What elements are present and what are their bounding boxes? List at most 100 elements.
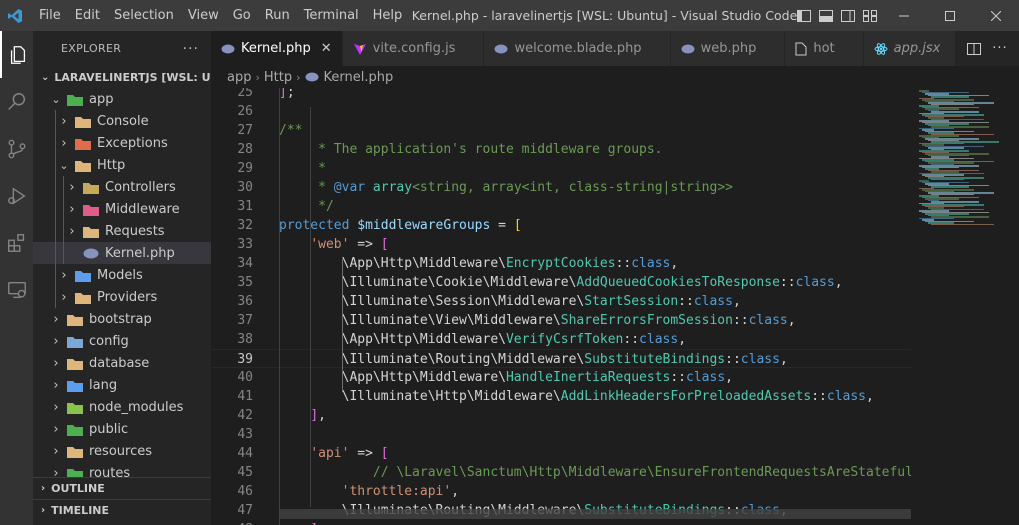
tree-folder-models[interactable]: › Models <box>33 264 211 286</box>
code-line[interactable]: 27 /** <box>211 121 911 140</box>
code-line[interactable]: 40 \App\Http\Middleware\HandleInertiaReq… <box>211 368 911 387</box>
minimize-icon[interactable] <box>881 0 927 31</box>
menu-selection[interactable]: Selection <box>107 0 181 31</box>
code-line[interactable]: 31 */ <box>211 197 911 216</box>
folder-icon <box>75 268 91 282</box>
tree-folder-console[interactable]: › Console <box>33 110 211 132</box>
indent-guide <box>342 259 343 392</box>
close-tab-icon[interactable]: ✕ <box>321 41 332 56</box>
more-actions-icon[interactable]: ··· <box>987 41 1013 56</box>
source-control-icon[interactable] <box>0 125 33 172</box>
horizontal-scrollbar[interactable] <box>279 509 911 519</box>
menu-run[interactable]: Run <box>258 0 297 31</box>
workspace-root[interactable]: ⌄ LARAVELINERTJS [WSL: UB... <box>33 66 211 88</box>
toggle-panel-icon[interactable] <box>815 0 837 31</box>
explorer-icon[interactable] <box>0 31 33 78</box>
code-line[interactable]: 29 * <box>211 159 911 178</box>
toggle-sidebar-icon[interactable] <box>793 0 815 31</box>
code-line[interactable]: 36 \Illuminate\Session\Middleware\StartS… <box>211 292 911 311</box>
tree-folder-bootstrap[interactable]: › bootstrap <box>33 308 211 330</box>
extensions-icon[interactable] <box>0 219 33 266</box>
line-number: 45 <box>237 465 253 480</box>
line-number: 43 <box>237 427 253 442</box>
code-line[interactable]: 39 \Illuminate\Routing\Middleware\Substi… <box>211 349 911 368</box>
php-file-icon <box>83 246 99 260</box>
tree-folder-http[interactable]: ⌄ Http <box>33 154 211 176</box>
chevron-right-icon: › <box>53 377 59 393</box>
timeline-section[interactable]: › TIMELINE <box>33 499 211 521</box>
tree-folder-controllers[interactable]: › Controllers <box>33 176 211 198</box>
tree-folder-config[interactable]: › config <box>33 330 211 352</box>
breadcrumb-item[interactable]: Http <box>264 70 292 85</box>
code-line[interactable]: 25]; <box>211 88 911 102</box>
menu-edit[interactable]: Edit <box>68 0 107 31</box>
code-editor[interactable]: 25]; 26 27 /** 28 * The application's route … <box>211 88 911 525</box>
folder-icon <box>67 356 83 370</box>
code-line[interactable]: 30 * @var array<string, array<int, class… <box>211 178 911 197</box>
tree-folder-resources[interactable]: › resources <box>33 440 211 462</box>
tree-folder-public[interactable]: › public <box>33 418 211 440</box>
tree-indent-guide <box>55 110 56 132</box>
code-line[interactable]: 34 \App\Http\Middleware\EncryptCookies::… <box>211 254 911 273</box>
code-line[interactable]: 41 \Illuminate\Http\Middleware\AddLinkHe… <box>211 387 911 406</box>
code-line[interactable]: 42 ], <box>211 406 911 425</box>
code-line[interactable]: 33 'web' => [ <box>211 235 911 254</box>
code-line[interactable]: 38 \App\Http\Middleware\VerifyCsrfToken:… <box>211 330 911 349</box>
more-actions-icon[interactable]: ··· <box>183 41 199 57</box>
chevron-right-icon: › <box>41 505 46 516</box>
tree-folder-exceptions[interactable]: › Exceptions <box>33 132 211 154</box>
line-number: 32 <box>237 218 253 233</box>
folder-icon <box>67 422 83 436</box>
tab-vite-config-js[interactable]: vite.config.js <box>342 31 485 66</box>
minimap-line <box>931 223 994 225</box>
tree-folder-database[interactable]: › database <box>33 352 211 374</box>
menu-view[interactable]: View <box>181 0 226 31</box>
code-line[interactable]: 35 \Illuminate\Cookie\Middleware\AddQueu… <box>211 273 911 292</box>
tree-folder-requests[interactable]: › Requests <box>33 220 211 242</box>
line-number: 41 <box>237 389 253 404</box>
tree-folder-middleware[interactable]: › Middleware <box>33 198 211 220</box>
menu-terminal[interactable]: Terminal <box>297 0 366 31</box>
outline-section[interactable]: › OUTLINE <box>33 477 211 499</box>
menu-help[interactable]: Help <box>366 0 410 31</box>
toggle-secondary-sidebar-icon[interactable] <box>837 0 859 31</box>
code-line[interactable]: 28 * The application's route middleware … <box>211 140 911 159</box>
close-window-icon[interactable] <box>973 0 1019 31</box>
code-text: \App\Http\Middleware\VerifyCsrfToken::cl… <box>279 332 687 347</box>
code-line[interactable]: 32 protected $middlewareGroups = [ <box>211 216 911 235</box>
code-text: ], <box>279 520 326 525</box>
code-line[interactable]: 45 // \Laravel\Sanctum\Http\Middleware\E… <box>211 463 911 482</box>
tab-kernel-php[interactable]: Kernel.php ✕ <box>211 31 343 66</box>
remote-explorer-icon[interactable] <box>0 266 33 313</box>
tree-folder-providers[interactable]: › Providers <box>33 286 211 308</box>
customize-layout-icon[interactable] <box>859 0 881 31</box>
chevron-right-icon: › <box>61 289 67 305</box>
tab-hot[interactable]: hot <box>785 31 864 66</box>
tab-app-jsx[interactable]: app.jsx <box>863 31 970 66</box>
split-editor-icon[interactable] <box>961 42 987 55</box>
tree-folder-app[interactable]: ⌄ app <box>33 88 211 110</box>
tab-welcome-blade-php[interactable]: welcome.blade.php <box>484 31 671 66</box>
title-bar: File Edit Selection View Go Run Terminal Help K… <box>0 0 1019 31</box>
code-text: ]; <box>279 88 295 100</box>
code-line[interactable]: 48 ], <box>211 520 911 525</box>
tree-folder-lang[interactable]: › lang <box>33 374 211 396</box>
tree-file-kernel-php[interactable]: Kernel.php <box>33 242 211 264</box>
breadcrumb-item[interactable]: Kernel.php <box>324 70 394 85</box>
tree-folder-node_modules[interactable]: › node_modules <box>33 396 211 418</box>
breadcrumb: app › Http › Kernel.php <box>211 66 1019 88</box>
tab-web-php[interactable]: web.php <box>670 31 786 66</box>
search-icon[interactable] <box>0 78 33 125</box>
run-debug-icon[interactable] <box>0 172 33 219</box>
breadcrumb-item[interactable]: app <box>227 70 251 85</box>
maximize-icon[interactable] <box>927 0 973 31</box>
code-line[interactable]: 46 'throttle:api', <box>211 482 911 501</box>
activity-bar <box>0 31 33 525</box>
code-line[interactable]: 43 <box>211 425 911 444</box>
code-line[interactable]: 26 <box>211 102 911 121</box>
menu-go[interactable]: Go <box>226 0 258 31</box>
code-line[interactable]: 44 'api' => [ <box>211 444 911 463</box>
minimap[interactable] <box>911 88 1019 525</box>
menu-file[interactable]: File <box>32 0 68 31</box>
code-line[interactable]: 37 \Illuminate\View\Middleware\ShareErro… <box>211 311 911 330</box>
